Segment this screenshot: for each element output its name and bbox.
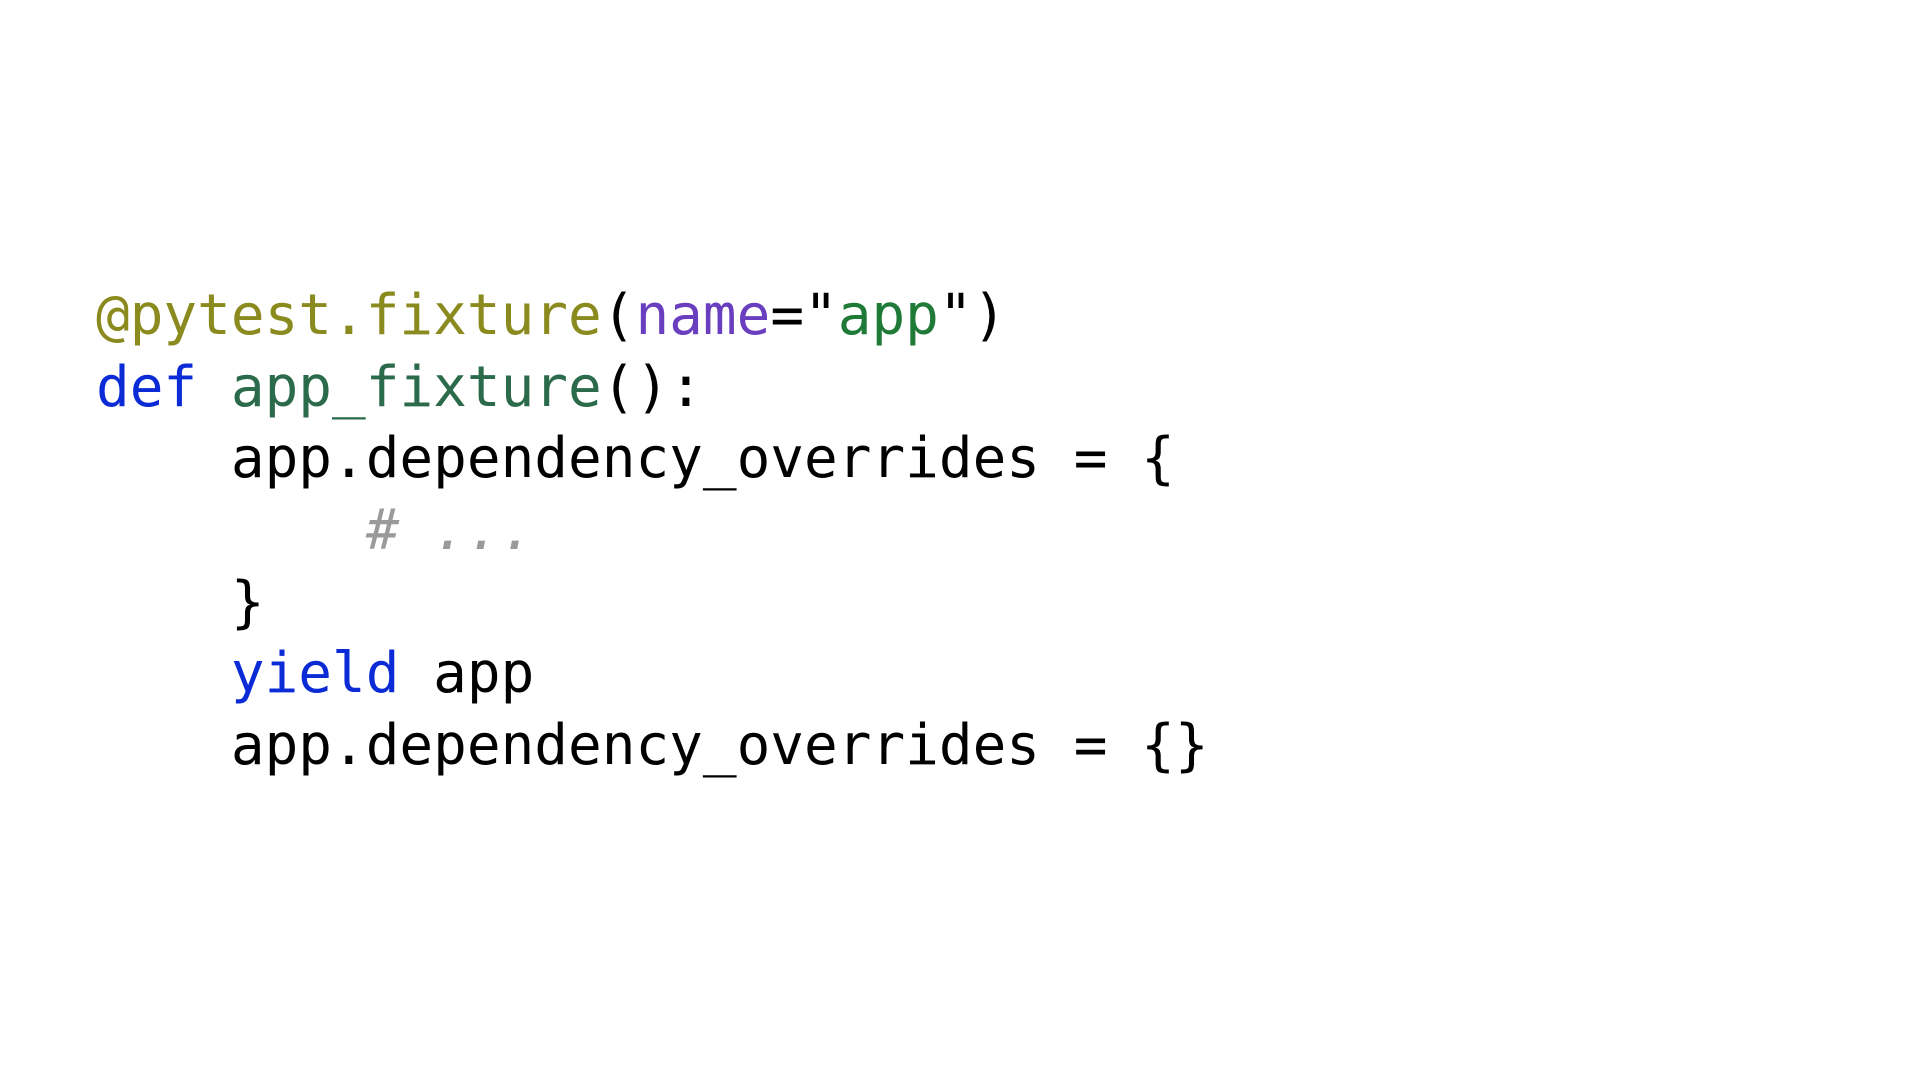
string-value: app xyxy=(838,283,939,348)
def-close: (): xyxy=(602,355,703,420)
paren-open: ( xyxy=(602,283,636,348)
function-name: app_fixture xyxy=(231,355,602,420)
body-line-2-indent xyxy=(96,498,366,563)
quote-close-paren: ") xyxy=(939,283,1006,348)
def-keyword: def xyxy=(96,355,197,420)
body-line-5: app.dependency_overrides = {} xyxy=(96,713,1209,778)
body-line-3: } xyxy=(96,570,265,635)
body-line-1: app.dependency_overrides = { xyxy=(96,426,1175,491)
yield-indent xyxy=(96,641,231,706)
param-name: name xyxy=(635,283,770,348)
yield-rest: app xyxy=(399,641,534,706)
decorator-token: @pytest.fixture xyxy=(96,283,602,348)
yield-keyword: yield xyxy=(231,641,400,706)
code-block: @pytest.fixture(name="app") def app_fixt… xyxy=(96,280,1209,782)
equals-quote: =" xyxy=(770,283,837,348)
comment-token: # ... xyxy=(366,498,535,563)
space xyxy=(197,355,231,420)
